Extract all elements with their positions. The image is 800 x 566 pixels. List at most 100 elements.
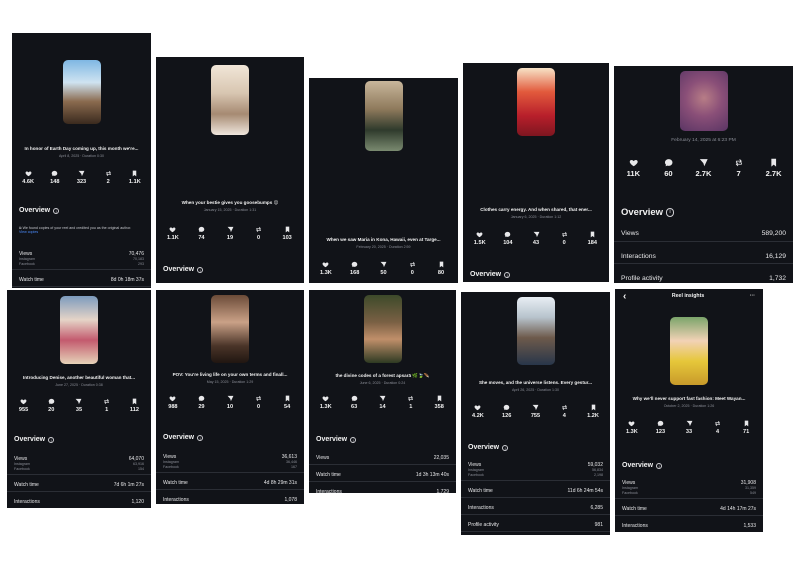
stat-repost[interactable]: 0 — [401, 261, 423, 276]
reel-insights-card[interactable]: When your bestie gives you goosebumps 😮 J… — [156, 57, 304, 283]
info-icon[interactable]: i — [502, 444, 509, 451]
stat-value: 148 — [50, 179, 60, 185]
row-divider — [461, 514, 610, 515]
stat-repost[interactable]: 0 — [248, 395, 270, 410]
share-icon — [686, 420, 692, 427]
more-options-icon[interactable]: ··· — [750, 293, 755, 299]
comment-icon — [48, 398, 55, 405]
stat-bookmark[interactable]: 71 — [735, 420, 757, 435]
stat-heart[interactable]: 4.2K — [467, 404, 489, 419]
stat-share[interactable]: 19 — [219, 226, 241, 241]
stat-repost[interactable]: 1 — [96, 398, 117, 413]
metric-row-watch-time: Watch time 11d 6h 24m 54s — [468, 488, 603, 494]
engagement-stats: 4.6K 148 323 2 1.1K — [18, 170, 145, 185]
stat-repost[interactable]: 7 — [725, 158, 752, 178]
repost-icon — [410, 261, 415, 268]
info-icon[interactable]: i — [656, 462, 663, 469]
breakdown-value: 31,359 — [745, 486, 756, 490]
reel-insights-card[interactable]: Clothes carry energy. And when shared, t… — [463, 63, 609, 282]
stat-comment[interactable]: 123 — [650, 420, 672, 435]
stat-heart[interactable]: 1.3K — [315, 395, 337, 410]
stat-bookmark[interactable]: 54 — [276, 395, 298, 410]
stat-comment[interactable]: 126 — [496, 404, 518, 419]
stat-heart[interactable]: 1.1K — [162, 226, 184, 241]
reel-insights-card[interactable]: ‹ Reel insights ··· Why we'll never support… — [615, 289, 763, 532]
reel-insights-card[interactable]: She moves, and the universe listens. Eve… — [461, 292, 610, 535]
stat-bookmark[interactable]: 1.2K — [582, 404, 604, 419]
stat-share[interactable]: 35 — [68, 398, 89, 413]
stat-heart[interactable]: 4.6K — [18, 170, 38, 185]
info-icon[interactable]: i — [48, 436, 55, 443]
stat-comment[interactable]: 63 — [343, 395, 365, 410]
stat-heart[interactable]: 1.3K — [315, 261, 337, 276]
bookmark-icon — [437, 395, 441, 402]
stat-heart[interactable]: 11K — [620, 158, 647, 178]
stat-bookmark[interactable]: 80 — [430, 261, 452, 276]
stat-share[interactable]: 50 — [373, 261, 395, 276]
reel-thumbnail[interactable] — [364, 81, 403, 151]
stat-bookmark[interactable]: 2.7K — [760, 158, 787, 178]
reel-insights-card[interactable]: February 14, 2025 at 6:23 PM 11K 60 2.7K 7 2.… — [614, 66, 793, 283]
stat-share[interactable]: 2.7K — [690, 158, 717, 178]
stat-comment[interactable]: 29 — [191, 395, 213, 410]
stat-value: 60 — [664, 169, 673, 179]
stat-share[interactable]: 755 — [525, 404, 547, 419]
stat-share[interactable]: 323 — [71, 170, 91, 185]
stat-repost[interactable]: 0 — [553, 231, 574, 246]
stat-value: 168 — [350, 270, 360, 276]
stat-bookmark[interactable]: 184 — [582, 231, 603, 246]
stat-value: 112 — [129, 407, 139, 413]
stat-comment[interactable]: 168 — [344, 261, 366, 276]
reel-thumbnail[interactable] — [679, 71, 728, 131]
info-icon[interactable]: i — [665, 208, 675, 217]
info-icon[interactable]: i — [53, 207, 60, 214]
stat-comment[interactable]: 148 — [45, 170, 65, 185]
info-icon[interactable]: i — [197, 266, 204, 273]
info-icon[interactable]: i — [350, 436, 357, 443]
stat-heart[interactable]: 988 — [162, 395, 184, 410]
reel-insights-card[interactable]: Introducing Denise, another beautiful wo… — [7, 290, 151, 508]
view-copies-link[interactable]: View copies — [19, 230, 38, 234]
reel-insights-card[interactable]: POV: You're living life on your own term… — [156, 290, 304, 504]
reel-thumbnail[interactable] — [516, 297, 555, 365]
stat-share[interactable]: 14 — [372, 395, 394, 410]
stat-heart[interactable]: 1.3K — [621, 420, 643, 435]
stat-value: 1.1K — [128, 179, 141, 185]
stat-share[interactable]: 33 — [678, 420, 700, 435]
info-icon[interactable]: i — [504, 271, 511, 278]
stat-repost[interactable]: 2 — [98, 170, 118, 185]
heart-icon — [25, 171, 32, 177]
stat-share[interactable]: 10 — [219, 395, 241, 410]
stat-repost[interactable]: 1 — [400, 395, 422, 410]
reel-thumbnail[interactable] — [363, 295, 402, 363]
reel-thumbnail[interactable] — [211, 295, 249, 363]
stat-comment[interactable]: 20 — [41, 398, 62, 413]
stat-heart[interactable]: 1.5K — [469, 231, 490, 246]
reel-insights-card[interactable]: the divine codes of a forest apsarā 🌿🍃🪶 J… — [309, 290, 456, 493]
reel-thumbnail[interactable] — [517, 68, 555, 136]
stat-comment[interactable]: 74 — [191, 226, 213, 241]
stat-comment[interactable]: 60 — [655, 158, 682, 178]
stat-repost[interactable]: 4 — [553, 404, 575, 419]
reel-insights-card[interactable]: When we saw Maria in Kona, Hawaii, even … — [309, 78, 458, 283]
stat-bookmark[interactable]: 358 — [428, 395, 450, 410]
reel-thumbnail[interactable] — [211, 65, 249, 135]
info-icon[interactable]: i — [197, 434, 204, 441]
stat-bookmark[interactable]: 112 — [124, 398, 145, 413]
back-arrow-icon[interactable]: ‹ — [623, 291, 626, 302]
stat-comment[interactable]: 104 — [497, 231, 518, 246]
stat-bookmark[interactable]: 1.1K — [125, 170, 145, 185]
metric-value: 589,200 — [761, 230, 786, 237]
reel-thumbnail[interactable] — [670, 317, 708, 385]
reel-thumbnail[interactable] — [60, 296, 98, 364]
engagement-stats: 988 29 10 0 54 — [162, 395, 298, 410]
stat-repost[interactable]: 4 — [707, 420, 729, 435]
notice-text: We found copies of your reel and credite… — [22, 226, 132, 230]
reel-insights-card[interactable]: In honor of Earth Day coming up, this mo… — [12, 33, 151, 288]
reel-thumbnail[interactable] — [62, 60, 101, 124]
stat-share[interactable]: 43 — [525, 231, 546, 246]
stat-repost[interactable]: 0 — [248, 226, 270, 241]
reel-date-duration: April 26, 2025 · Duration 1:30 — [512, 388, 559, 392]
stat-heart[interactable]: 955 — [13, 398, 34, 413]
stat-bookmark[interactable]: 103 — [276, 226, 298, 241]
